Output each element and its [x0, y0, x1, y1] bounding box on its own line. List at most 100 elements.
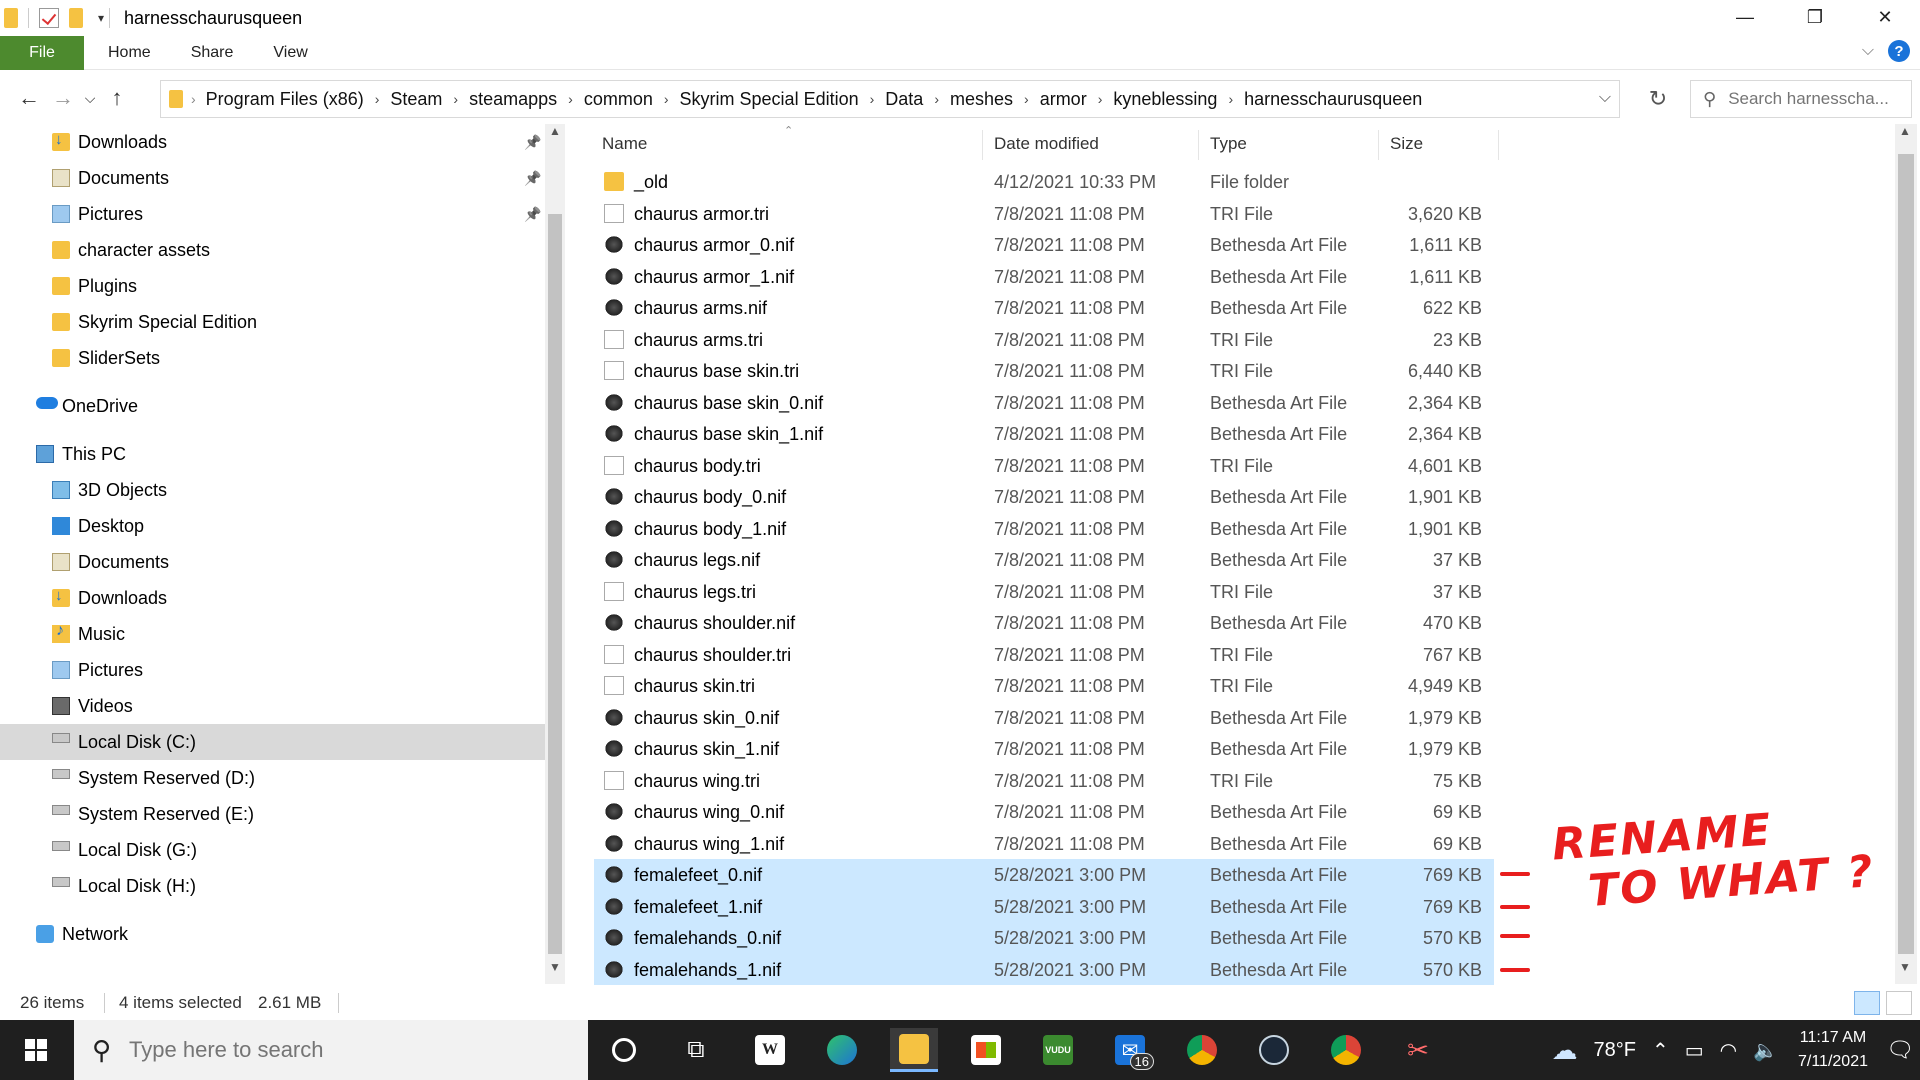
- nav-item[interactable]: character assets: [0, 232, 545, 268]
- nav-item[interactable]: Videos: [0, 688, 545, 724]
- show-hidden-icons-chevron-up-icon[interactable]: ⌃: [1652, 1038, 1669, 1063]
- file-explorer-icon[interactable]: [890, 1028, 938, 1072]
- file-row[interactable]: femalehands_1.nif 5/28/2021 3:00 PM Bethes…: [594, 953, 1494, 985]
- file-row[interactable]: chaurus shoulder.tri 7/8/2021 11:08 PM TRI…: [594, 639, 1494, 671]
- nav-item[interactable]: Downloads 📌: [0, 124, 545, 160]
- breadcrumb-chevron-right-icon[interactable]: ›: [1024, 91, 1029, 107]
- restore-button[interactable]: ❐: [1780, 0, 1850, 34]
- breadcrumb-item[interactable]: Data: [885, 89, 923, 110]
- close-button[interactable]: ✕: [1850, 0, 1920, 34]
- nav-item[interactable]: Documents: [0, 544, 545, 580]
- weather-temperature[interactable]: 78°F: [1594, 1039, 1636, 1062]
- breadcrumb-item[interactable]: kyneblessing: [1113, 89, 1217, 110]
- nav-item[interactable]: Pictures: [0, 652, 545, 688]
- file-row[interactable]: chaurus legs.nif 7/8/2021 11:08 PM Bethesd…: [594, 544, 1494, 576]
- file-row[interactable]: chaurus shoulder.nif 7/8/2021 11:08 PM Bet…: [594, 607, 1494, 639]
- customize-toolbar-chevron-down-icon[interactable]: ▾: [93, 11, 109, 25]
- start-button[interactable]: [0, 1020, 72, 1080]
- breadcrumb-item[interactable]: steamapps: [469, 89, 557, 110]
- file-row[interactable]: femalehands_0.nif 5/28/2021 3:00 PM Bethes…: [594, 922, 1494, 954]
- file-row[interactable]: chaurus armor.tri 7/8/2021 11:08 PM TRI Fi…: [594, 198, 1494, 230]
- taskbar-search-input[interactable]: [129, 1037, 550, 1063]
- file-row[interactable]: chaurus skin_1.nif 7/8/2021 11:08 PM Bethe…: [594, 733, 1494, 765]
- column-header-type[interactable]: Type: [1210, 124, 1247, 164]
- breadcrumb-chevron-right-icon[interactable]: ›: [1098, 91, 1103, 107]
- weather-cloud-icon[interactable]: ☁: [1552, 1035, 1578, 1066]
- cortana-icon[interactable]: [600, 1028, 648, 1072]
- taskbar-search[interactable]: ⚲: [74, 1020, 588, 1080]
- nav-item[interactable]: OneDrive: [0, 388, 545, 424]
- scroll-down-icon[interactable]: ▼: [545, 960, 565, 984]
- file-row[interactable]: femalefeet_1.nif 5/28/2021 3:00 PM Bethesd…: [594, 890, 1494, 922]
- details-view-icon[interactable]: [1854, 991, 1880, 1015]
- notifications-icon[interactable]: 🗨: [1880, 1020, 1920, 1080]
- large-icons-view-icon[interactable]: [1886, 991, 1912, 1015]
- breadcrumb-chevron-right-icon[interactable]: ›: [568, 91, 573, 107]
- nav-item[interactable]: Plugins: [0, 268, 545, 304]
- nav-item[interactable]: Local Disk (C:): [0, 724, 545, 760]
- recent-locations-chevron-down-icon[interactable]: ⌵: [80, 81, 100, 115]
- new-folder-icon[interactable]: [69, 8, 83, 28]
- breadcrumb-chevron-right-icon[interactable]: ›: [870, 91, 875, 107]
- column-divider[interactable]: [1198, 130, 1199, 160]
- file-row[interactable]: chaurus skin.tri 7/8/2021 11:08 PM TRI Fil…: [594, 670, 1494, 702]
- snipping-tool-icon[interactable]: ✂: [1394, 1028, 1442, 1072]
- nav-item[interactable]: 3D Objects: [0, 472, 545, 508]
- nav-item[interactable]: Skyrim Special Edition: [0, 304, 545, 340]
- file-row[interactable]: chaurus armor_1.nif 7/8/2021 11:08 PM Beth…: [594, 261, 1494, 293]
- chrome-browser-icon-2[interactable]: [1322, 1028, 1370, 1072]
- file-row[interactable]: chaurus base skin_0.nif 7/8/2021 11:08 PM…: [594, 387, 1494, 419]
- column-divider[interactable]: [982, 130, 983, 160]
- nav-item[interactable]: SliderSets: [0, 340, 545, 376]
- breadcrumb-item[interactable]: common: [584, 89, 653, 110]
- breadcrumb-item[interactable]: Steam: [390, 89, 442, 110]
- file-row[interactable]: chaurus base skin.tri 7/8/2021 11:08 PM TR…: [594, 355, 1494, 387]
- nav-item[interactable]: System Reserved (E:): [0, 796, 545, 832]
- steam-app-icon[interactable]: [1250, 1028, 1298, 1072]
- tab-view[interactable]: View: [253, 36, 327, 70]
- microsoft-store-icon[interactable]: [962, 1028, 1010, 1072]
- file-row[interactable]: chaurus legs.tri 7/8/2021 11:08 PM TRI Fil…: [594, 576, 1494, 608]
- scrollbar-thumb[interactable]: [548, 214, 562, 954]
- task-view-icon[interactable]: ⧉: [672, 1028, 720, 1072]
- column-divider[interactable]: [1498, 130, 1499, 160]
- scroll-down-icon[interactable]: ▼: [1895, 960, 1915, 984]
- search-input[interactable]: [1728, 89, 1899, 109]
- scroll-up-icon[interactable]: ▲: [1895, 124, 1915, 148]
- volume-icon[interactable]: 🔈: [1753, 1038, 1778, 1063]
- nav-item[interactable]: System Reserved (D:): [0, 760, 545, 796]
- pin-icon[interactable]: 📌: [524, 134, 541, 151]
- file-row[interactable]: chaurus body_1.nif 7/8/2021 11:08 PM Bethe…: [594, 513, 1494, 545]
- nav-item[interactable]: Documents 📌: [0, 160, 545, 196]
- scroll-up-icon[interactable]: ▲: [545, 124, 565, 148]
- file-row[interactable]: chaurus arms.nif 7/8/2021 11:08 PM Bethesd…: [594, 292, 1494, 324]
- tab-file[interactable]: File: [0, 35, 84, 70]
- file-row[interactable]: chaurus skin_0.nif 7/8/2021 11:08 PM Bethe…: [594, 702, 1494, 734]
- help-icon[interactable]: ?: [1888, 40, 1910, 62]
- file-row[interactable]: chaurus arms.tri 7/8/2021 11:08 PM TRI Fil…: [594, 324, 1494, 356]
- wifi-icon[interactable]: ◠: [1720, 1038, 1737, 1063]
- address-bar[interactable]: › Program Files (x86) › Steam › steamapps › co…: [160, 80, 1620, 118]
- clock[interactable]: 11:17 AM 7/11/2021: [1798, 1026, 1868, 1074]
- pin-icon[interactable]: 📌: [524, 206, 541, 223]
- scrollbar-thumb[interactable]: [1898, 154, 1914, 954]
- file-row[interactable]: chaurus base skin_1.nif 7/8/2021 11:08 PM…: [594, 418, 1494, 450]
- nav-item[interactable]: Local Disk (H:): [0, 868, 545, 904]
- refresh-icon[interactable]: ↻: [1636, 80, 1680, 118]
- file-row[interactable]: femalefeet_0.nif 5/28/2021 3:00 PM Bethesd…: [594, 859, 1494, 891]
- nav-item[interactable]: Pictures 📌: [0, 196, 545, 232]
- nav-item[interactable]: Downloads: [0, 580, 545, 616]
- breadcrumb-chevron-right-icon[interactable]: ›: [453, 91, 458, 107]
- column-divider[interactable]: [1378, 130, 1379, 160]
- breadcrumb-item[interactable]: Skyrim Special Edition: [680, 89, 859, 110]
- forward-arrow-icon[interactable]: →: [46, 81, 80, 115]
- breadcrumb-chevron-right-icon[interactable]: ›: [375, 91, 380, 107]
- breadcrumb-item[interactable]: meshes: [950, 89, 1013, 110]
- breadcrumb-item[interactable]: armor: [1040, 89, 1087, 110]
- pin-icon[interactable]: 📌: [524, 170, 541, 187]
- chrome-browser-icon[interactable]: [1178, 1028, 1226, 1072]
- column-header-date[interactable]: Date modified: [994, 124, 1099, 164]
- breadcrumb-chevron-right-icon[interactable]: ›: [934, 91, 939, 107]
- up-arrow-icon[interactable]: ↑: [100, 81, 134, 115]
- nav-item[interactable]: Music: [0, 616, 545, 652]
